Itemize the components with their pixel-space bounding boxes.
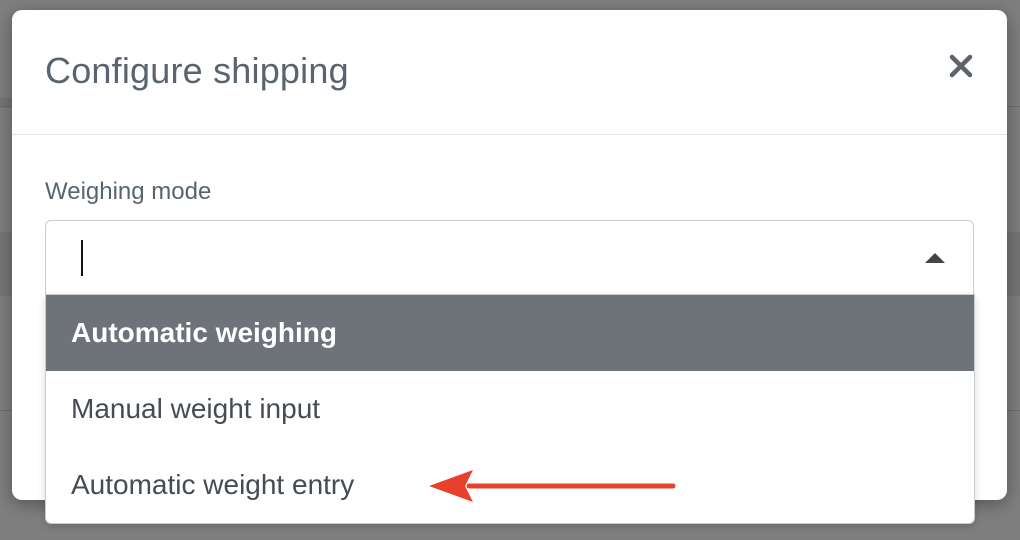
- background-table-header: [0, 232, 12, 296]
- modal-title: Configure shipping: [45, 50, 349, 91]
- background-divider: [1007, 106, 1020, 107]
- weighing-mode-select[interactable]: [45, 220, 974, 294]
- close-button[interactable]: [945, 50, 977, 82]
- arrow-left-icon: [429, 470, 676, 502]
- weighing-mode-label: Weighing mode: [45, 178, 212, 205]
- background-divider: [0, 410, 12, 411]
- option-label: Automatic weight entry: [71, 469, 355, 500]
- close-icon: [949, 54, 973, 78]
- chevron-up-icon[interactable]: [925, 253, 945, 263]
- modal-header: Configure shipping: [12, 10, 1007, 135]
- option-automatic-weighing[interactable]: Automatic weighing: [46, 295, 974, 371]
- text-cursor: [81, 240, 83, 276]
- background-divider: [1007, 410, 1020, 411]
- option-label: Manual weight input: [71, 393, 321, 424]
- background-divider: [0, 106, 12, 107]
- background-table-header: [1007, 232, 1020, 296]
- option-label: Automatic weighing: [71, 317, 337, 348]
- option-manual-weight-input[interactable]: Manual weight input: [46, 371, 974, 447]
